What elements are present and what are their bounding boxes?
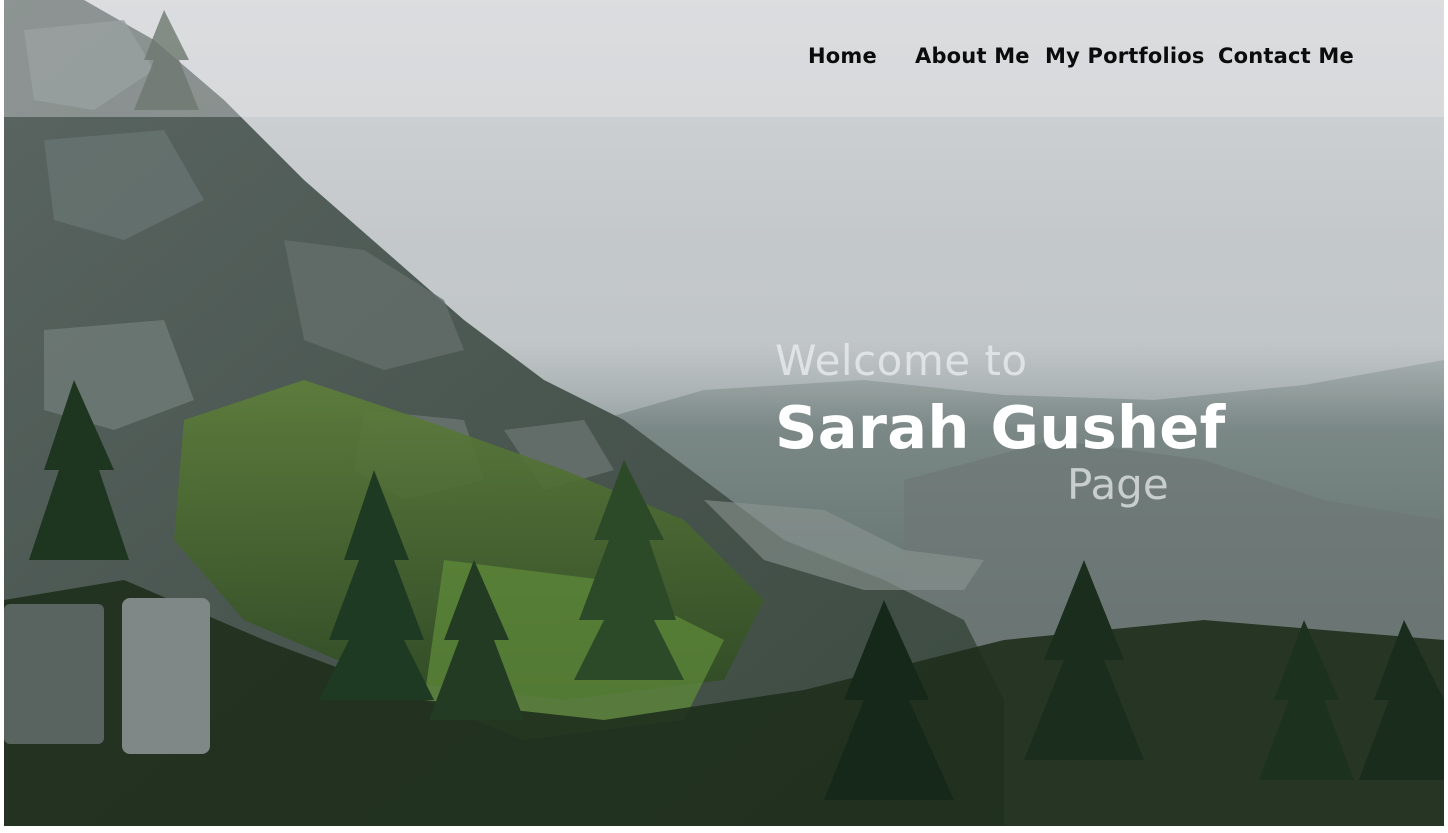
hero-welcome-text: Welcome to xyxy=(775,336,1028,385)
nav-contact-link[interactable]: Contact Me xyxy=(1218,44,1354,68)
page: Home About Me My Portfolios Contact Me W… xyxy=(0,0,1448,833)
main-nav: Home About Me My Portfolios Contact Me xyxy=(0,44,1448,76)
hero-background-image xyxy=(4,0,1444,826)
nav-home-link[interactable]: Home xyxy=(808,44,877,68)
nav-about-link[interactable]: About Me xyxy=(915,44,1030,68)
nav-portfolios-link[interactable]: My Portfolios xyxy=(1045,44,1205,68)
hero-name-title: Sarah Gushef xyxy=(775,393,1226,462)
mountain-forest-image xyxy=(4,0,1444,826)
hero-page-text: Page xyxy=(1067,460,1169,509)
